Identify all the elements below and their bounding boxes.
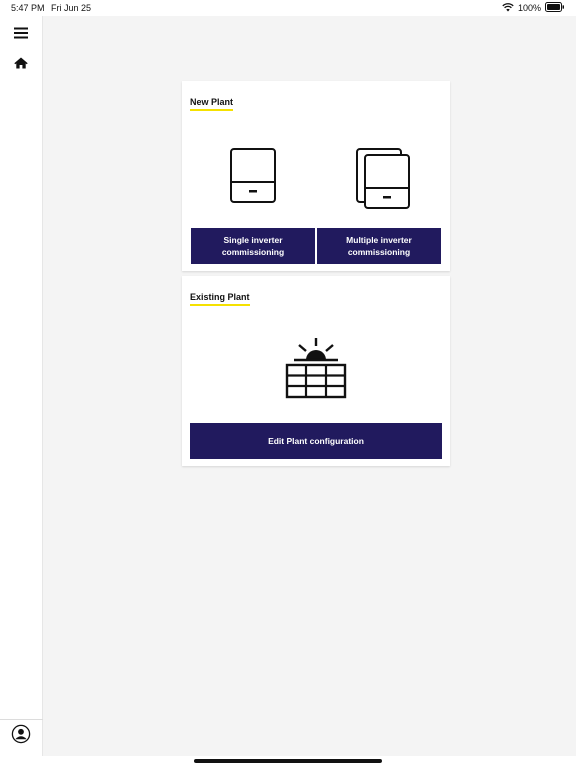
solar-panel-sun-icon	[284, 336, 348, 400]
home-button[interactable]	[10, 54, 32, 76]
existing-plant-title: Existing Plant	[190, 292, 250, 306]
battery-icon	[545, 2, 565, 14]
existing-plant-card: Existing Plant Edit Plant configuration	[182, 276, 450, 466]
status-indicators: 100%	[502, 2, 565, 14]
status-date: Fri Jun 25	[51, 3, 92, 13]
menu-button[interactable]	[10, 24, 32, 46]
new-plant-title: New Plant	[190, 97, 234, 111]
wifi-icon	[502, 2, 514, 14]
multiple-inverter-button[interactable]: Multiple inverter commissioning	[317, 228, 441, 264]
status-time: 5:47 PM	[11, 3, 45, 13]
sidebar	[0, 16, 43, 756]
home-indicator[interactable]	[194, 759, 382, 763]
single-inverter-button[interactable]: Single inverter commissioning	[191, 228, 315, 264]
hamburger-menu-icon	[14, 26, 28, 44]
home-icon	[14, 56, 28, 74]
status-bar: 5:47 PM Fri Jun 25 100%	[0, 0, 576, 16]
multiple-inverter-icon	[354, 147, 412, 211]
user-profile-icon	[11, 724, 31, 749]
new-plant-card: New Plant Single inverter commissioning …	[182, 81, 450, 271]
sidebar-divider	[0, 719, 43, 720]
profile-button[interactable]	[10, 724, 32, 749]
battery-percentage: 100%	[517, 3, 541, 13]
single-inverter-icon	[229, 147, 279, 205]
edit-plant-configuration-button[interactable]: Edit Plant configuration	[190, 423, 442, 459]
